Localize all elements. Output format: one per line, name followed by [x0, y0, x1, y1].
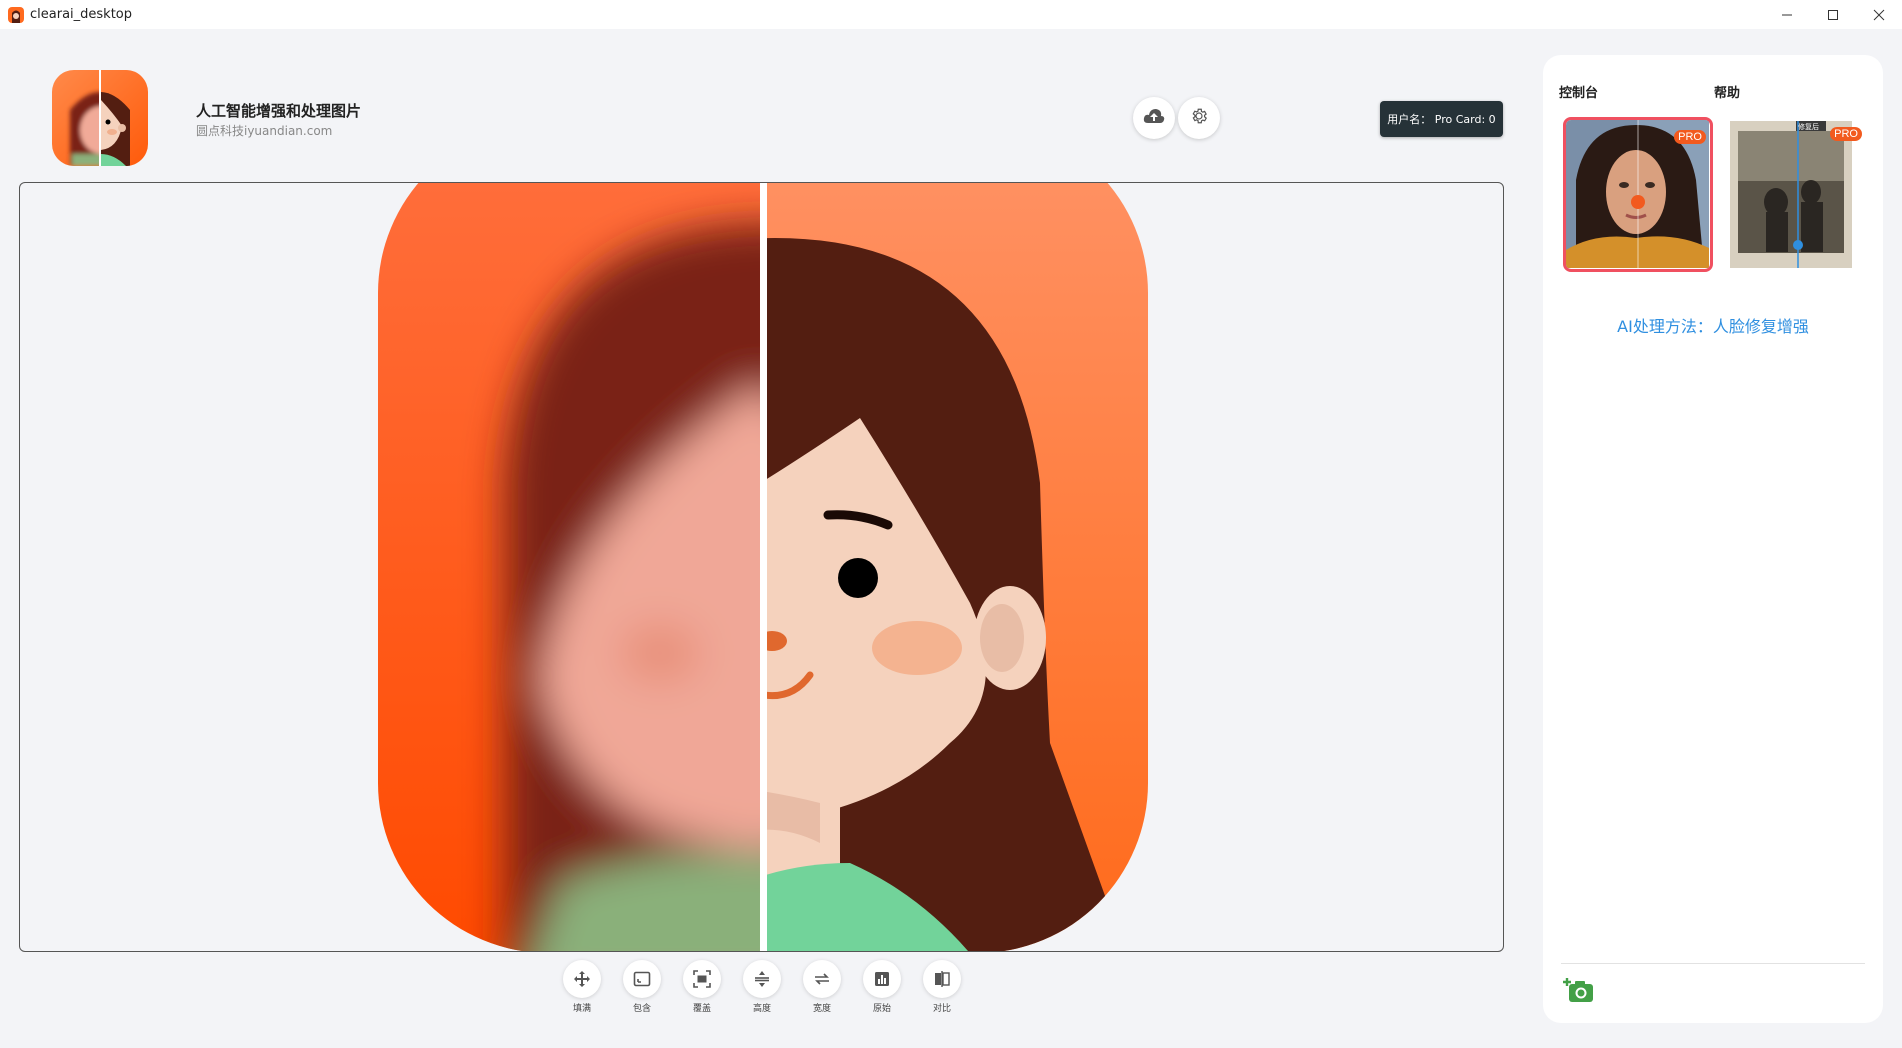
gear-icon [1190, 107, 1208, 129]
add-photo-icon [1563, 978, 1595, 1011]
tool-label: 对比 [932, 1004, 951, 1014]
title-bar: clearai_desktop [0, 0, 1902, 29]
tool-label: 填满 [572, 1004, 591, 1014]
app-logo [52, 70, 148, 166]
settings-button[interactable] [1178, 97, 1220, 139]
cover-icon [683, 960, 721, 998]
pro-badge: PRO [1674, 130, 1706, 144]
tool-height[interactable]: 高度 [742, 960, 782, 1014]
app-icon [8, 6, 24, 23]
move-icon [563, 960, 601, 998]
tool-contain[interactable]: 包含 [622, 960, 662, 1014]
user-badge[interactable]: 用户名： Pro Card: 0 [1380, 101, 1503, 137]
height-icon [743, 960, 781, 998]
page-title: 人工智能增强和处理图片 [196, 102, 362, 120]
cloud-upload-button[interactable] [1133, 97, 1175, 139]
tool-width[interactable]: 宽度 [802, 960, 842, 1014]
ai-method-label: AI处理方法：人脸修复增强 [1617, 317, 1809, 336]
method-face-enhance[interactable]: PRO [1563, 117, 1713, 272]
width-icon [803, 960, 841, 998]
tool-label: 高度 [752, 1004, 771, 1014]
tool-label: 原始 [872, 1004, 891, 1014]
control-panel: 控制台 帮助 PRO 修复后 PRO AI处理方法：人脸修复增强 [1543, 55, 1883, 1023]
contain-icon [623, 960, 661, 998]
bar-chart-icon [863, 960, 901, 998]
tab-help[interactable]: 帮助 [1714, 82, 1740, 101]
tab-console[interactable]: 控制台 [1559, 82, 1598, 101]
panel-divider [1561, 963, 1865, 964]
tool-label: 宽度 [812, 1004, 831, 1014]
tool-label: 包含 [632, 1004, 651, 1014]
window-title: clearai_desktop [30, 7, 133, 22]
minimize-button[interactable] [1764, 0, 1810, 29]
tool-label: 覆盖 [692, 1004, 711, 1014]
close-button[interactable] [1856, 0, 1902, 29]
tool-cover[interactable]: 覆盖 [682, 960, 722, 1014]
compare-divider[interactable] [760, 183, 767, 952]
add-photo-button[interactable] [1563, 975, 1595, 1007]
method-photo-restore[interactable]: 修复后 PRO [1726, 117, 1866, 272]
cloud-upload-icon [1143, 108, 1165, 128]
page-subtitle: 圆点科技iyuandian.com [196, 124, 333, 138]
tool-fill[interactable]: 填满 [562, 960, 602, 1014]
compare-icon [923, 960, 961, 998]
tool-compare[interactable]: 对比 [922, 960, 962, 1014]
image-compare-view[interactable] [19, 182, 1504, 952]
pro-badge: PRO [1830, 127, 1862, 141]
compare-canvas [378, 183, 1148, 952]
tool-original[interactable]: 原始 [862, 960, 902, 1014]
restored-tag: 修复后 [1798, 123, 1819, 131]
maximize-button[interactable] [1810, 0, 1856, 29]
view-toolbar: 填满 包含 覆盖 高度 宽度 原始 对比 [0, 960, 1520, 1020]
